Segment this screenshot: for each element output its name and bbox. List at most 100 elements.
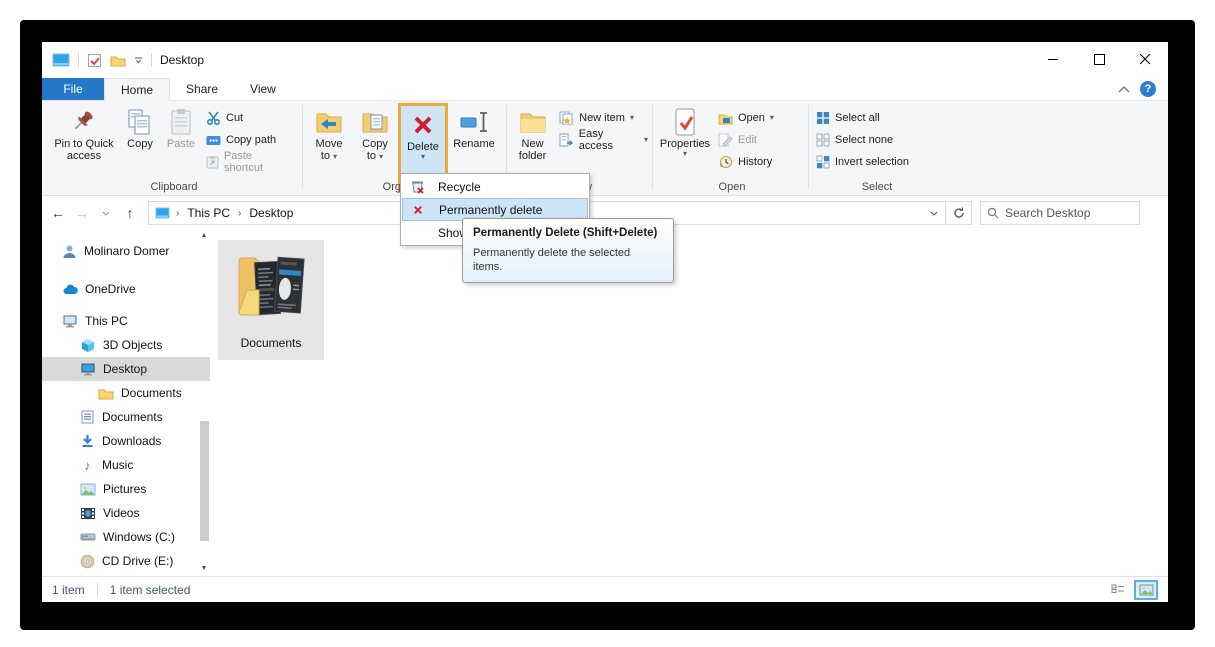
move-to-button[interactable]: Move to ▾ (306, 103, 352, 175)
this-pc-icon (62, 314, 78, 328)
sidebar-item-downloads[interactable]: Downloads (42, 429, 210, 453)
sidebar-item-pictures[interactable]: Pictures (42, 477, 210, 501)
tab-share[interactable]: Share (170, 78, 234, 100)
selected-count: 1 item selected (110, 583, 191, 597)
search-input[interactable] (1005, 206, 1115, 220)
minimize-button[interactable] (1030, 42, 1076, 76)
group-label-select: Select (812, 181, 942, 193)
back-button[interactable]: ← (46, 201, 70, 225)
details-view-button[interactable] (1106, 580, 1130, 600)
group-separator (652, 105, 653, 189)
copy-button[interactable]: Copy (120, 103, 160, 175)
group-label-clipboard: Clipboard (48, 181, 300, 193)
new-small-buttons: New item ▾ Easy access ▾ (555, 103, 652, 150)
breadcrumb-desktop[interactable]: Desktop (247, 206, 295, 220)
paste-button[interactable]: Paste (160, 103, 202, 175)
sidebar-item-user[interactable]: Molinaro Domer (42, 239, 210, 263)
paste-icon (165, 106, 197, 138)
dropdown-arrow-icon: ▾ (770, 114, 774, 122)
qat-new-folder-icon[interactable] (110, 54, 126, 67)
qat-customize-chevron-icon[interactable] (134, 57, 143, 63)
tab-home[interactable]: Home (104, 78, 170, 101)
divider (78, 53, 79, 67)
maximize-button[interactable] (1076, 42, 1122, 76)
permanently-delete-icon (407, 203, 429, 217)
open-button[interactable]: Open ▾ (714, 108, 778, 128)
sidebar-item-this-pc[interactable]: This PC (42, 309, 210, 333)
copy-to-button[interactable]: Copy to ▾ (352, 103, 398, 175)
explorer-window: Desktop File Home Share View ? Pin to Qu… (42, 42, 1168, 602)
ribbon: Pin to Quick access Copy Paste Cut (42, 101, 1168, 196)
help-icon[interactable]: ? (1140, 81, 1156, 97)
move-to-icon (313, 106, 345, 138)
quick-access-toolbar (42, 53, 152, 68)
history-button[interactable]: History (714, 152, 778, 172)
invert-selection-button[interactable]: Invert selection (812, 152, 913, 172)
rename-button[interactable]: Rename (448, 103, 500, 175)
tab-file[interactable]: File (42, 78, 104, 100)
breadcrumb-separator: › (232, 208, 247, 219)
dropdown-arrow-icon: ▾ (333, 152, 337, 161)
scrollbar-thumb[interactable] (200, 421, 209, 541)
sidebar-scrollbar[interactable]: ▲ ▼ (198, 229, 210, 576)
edit-button[interactable]: Edit (714, 130, 778, 150)
menu-item-recycle[interactable]: Recycle (402, 175, 588, 198)
documents-folder-icon (229, 244, 313, 334)
refresh-icon (953, 207, 965, 219)
cd-drive-icon (80, 554, 95, 569)
dropdown-arrow-icon: ▾ (421, 153, 425, 161)
sidebar-item-documents[interactable]: Documents (42, 405, 210, 429)
folder-icon (98, 387, 114, 400)
thumbnail-view-button[interactable] (1134, 580, 1158, 600)
refresh-button[interactable] (946, 201, 972, 225)
qat-properties-icon[interactable] (87, 53, 102, 68)
new-item-button[interactable]: New item ▾ (555, 108, 652, 128)
rename-icon (458, 106, 490, 138)
paste-shortcut-button[interactable]: Paste shortcut (202, 152, 298, 172)
scroll-up-icon[interactable]: ▲ (199, 231, 209, 241)
ribbon-group-select: Select all Select none Invert selection … (812, 101, 942, 195)
group-separator (808, 105, 809, 189)
breadcrumb-this-pc[interactable]: This PC (185, 206, 232, 220)
sidebar-item-cd-drive[interactable]: CD Drive (E:) (42, 549, 210, 573)
scroll-down-icon[interactable]: ▼ (199, 564, 209, 574)
sidebar-item-onedrive[interactable]: OneDrive (42, 277, 210, 301)
select-all-icon (816, 111, 830, 125)
tab-view[interactable]: View (234, 78, 292, 100)
sidebar-item-3d-objects[interactable]: 3D Objects (42, 333, 210, 357)
thumbnail-view-icon (1139, 584, 1154, 596)
forward-button[interactable]: → (70, 201, 94, 225)
sidebar-item-videos[interactable]: Videos (42, 501, 210, 525)
status-bar: 1 item 1 item selected (42, 576, 1168, 602)
tooltip-title: Permanently Delete (Shift+Delete) (473, 227, 663, 239)
pin-to-quick-access-button[interactable]: Pin to Quick access (48, 103, 120, 175)
new-folder-button[interactable]: New folder (510, 103, 555, 175)
sidebar-item-windows-c[interactable]: Windows (C:) (42, 525, 210, 549)
file-list-area[interactable]: Documents (210, 229, 1168, 576)
cut-icon (206, 111, 221, 125)
group-separator (302, 105, 303, 189)
breadcrumb-desktop-icon (155, 207, 170, 219)
sidebar-item-music[interactable]: ♪ Music (42, 453, 210, 477)
copy-icon (124, 106, 156, 138)
easy-access-button[interactable]: Easy access ▾ (555, 130, 652, 150)
select-all-button[interactable]: Select all (812, 108, 913, 128)
select-none-button[interactable]: Select none (812, 130, 913, 150)
divider (97, 583, 98, 597)
delete-button[interactable]: Delete ▾ (407, 106, 439, 161)
dropdown-arrow-icon: ▾ (644, 136, 648, 144)
sidebar-item-desktop[interactable]: Desktop (42, 357, 210, 381)
ribbon-tab-row: File Home Share View ? (42, 78, 1168, 101)
recent-locations-chevron-icon[interactable] (94, 201, 118, 225)
up-button[interactable]: ↑ (118, 201, 142, 225)
close-button[interactable] (1122, 42, 1168, 76)
collapse-ribbon-icon[interactable] (1118, 86, 1130, 93)
search-box[interactable] (980, 201, 1140, 225)
documents-folder-tile[interactable]: Documents (218, 240, 324, 360)
sidebar-item-desktop-documents[interactable]: Documents (42, 381, 210, 405)
cut-button[interactable]: Cut (202, 108, 298, 128)
address-dropdown-chevron-icon[interactable] (923, 208, 945, 219)
properties-button[interactable]: Properties ▾ (656, 103, 714, 175)
window-controls (1030, 42, 1168, 76)
copy-path-button[interactable]: Copy path (202, 130, 298, 150)
